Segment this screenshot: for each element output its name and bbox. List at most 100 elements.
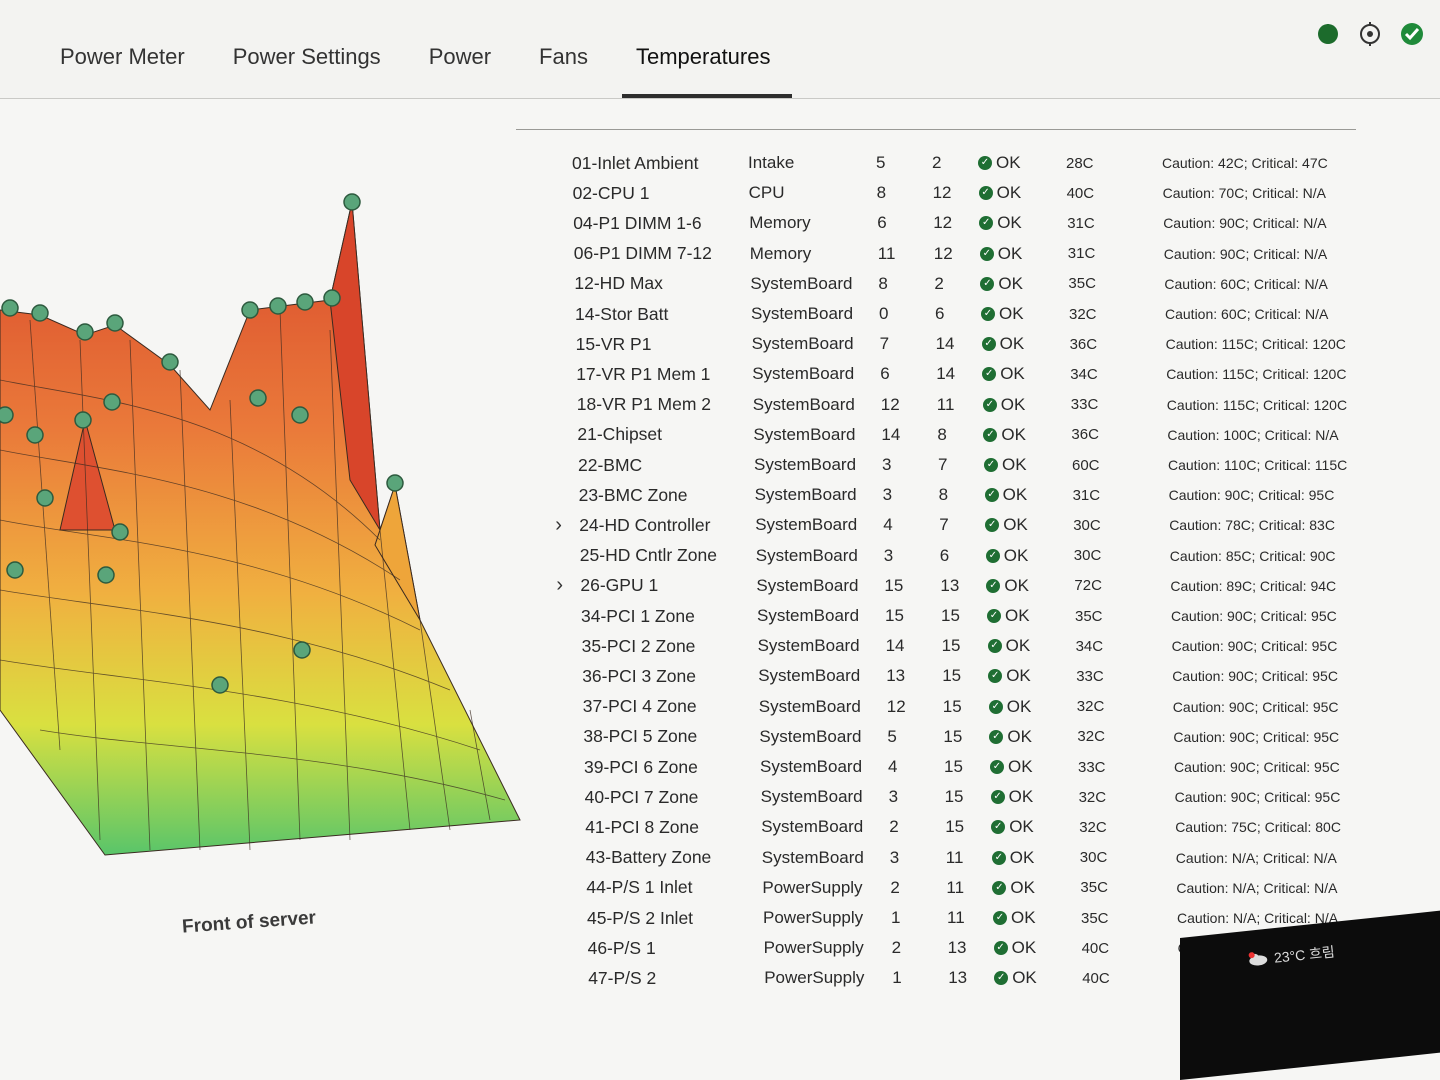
sensor-row[interactable]: 40-PCI 7 Zone SystemBoard 3 15 ✓ OK 32C Caution… <box>561 782 1375 812</box>
sensor-row[interactable]: 15-VR P1 SystemBoard 7 14 ✓ OK 36C Caution: 115… <box>552 329 1366 359</box>
sensor-row[interactable]: 44-P/S 1 Inlet PowerSupply 2 11 ✓ OK 35C Cautio… <box>562 873 1376 903</box>
status-label: OK <box>1005 636 1031 656</box>
sensor-name: 43-Battery Zone <box>585 847 712 868</box>
status-ok-icon: ✓ <box>985 548 1000 563</box>
sensor-name: 26-GPU 1 <box>580 575 659 596</box>
tab-power-settings[interactable]: Power Settings <box>213 30 409 98</box>
expand-chevron-icon[interactable]: › <box>556 574 580 597</box>
sensor-reading: 72C <box>1074 577 1102 595</box>
sensor-x: 14 <box>885 636 905 656</box>
sensor-name: 36-PCI 3 Zone <box>582 665 696 686</box>
sensor-status: ✓ OK <box>987 636 1076 656</box>
sensor-location: SystemBoard <box>758 696 861 716</box>
status-label: OK <box>997 243 1023 263</box>
sensor-reading: 32C <box>1076 698 1105 716</box>
sensor-row[interactable]: 01-Inlet Ambient Intake 5 2 ✓ OK 28C Caution: 4… <box>548 148 1362 178</box>
sensor-reading: 32C <box>1079 818 1107 836</box>
sensor-thresholds: Caution: 90C; Critical: 95C <box>1171 638 1338 655</box>
status-label: OK <box>998 273 1023 293</box>
sensor-row[interactable]: 02-CPU 1 CPU 8 12 ✓ OK 40C Caution: 70C; Critic… <box>549 178 1363 208</box>
sensor-status: ✓ OK <box>982 395 1071 415</box>
status-ok-icon: ✓ <box>991 820 1006 835</box>
sensor-thresholds: Caution: 60C; Critical: N/A <box>1164 275 1328 292</box>
sensor-location: SystemBoard <box>753 424 856 444</box>
sensor-y: 13 <box>948 968 968 988</box>
sensor-name: 02-CPU 1 <box>572 182 650 203</box>
sensor-row[interactable]: › 26-GPU 1 SystemBoard 15 13 ✓ OK 72C Caution: 8… <box>556 571 1370 601</box>
sensor-row[interactable]: 39-PCI 6 Zone SystemBoard 4 15 ✓ OK 33C Caution… <box>560 752 1374 782</box>
sensor-row[interactable]: 23-BMC Zone SystemBoard 3 8 ✓ OK 31C Caution: 9… <box>555 480 1369 510</box>
status-ok-icon: ✓ <box>978 156 992 170</box>
sensor-y: 14 <box>935 334 955 354</box>
sensor-x: 8 <box>878 273 888 293</box>
sensor-y: 8 <box>938 485 949 505</box>
sensor-status: ✓ OK <box>985 546 1074 566</box>
expand-chevron-icon[interactable]: › <box>555 514 579 537</box>
power-icon[interactable] <box>1316 22 1340 46</box>
sensor-y: 15 <box>944 787 964 807</box>
sensor-row[interactable]: 17-VR P1 Mem 1 SystemBoard 6 14 ✓ OK 34C Cautio… <box>552 359 1366 389</box>
sensor-y: 13 <box>940 575 960 595</box>
header-status-icons <box>1316 22 1424 46</box>
sensor-thresholds: Caution: 42C; Critical: 47C <box>1162 155 1328 171</box>
sensor-name: 46-P/S 1 <box>587 937 656 958</box>
sensor-thresholds: Caution: 90C; Critical: N/A <box>1163 245 1328 262</box>
sensor-row[interactable]: 35-PCI 2 Zone SystemBoard 14 15 ✓ OK 34C Cautio… <box>558 631 1372 661</box>
status-ok-icon: ✓ <box>984 458 998 472</box>
sensor-row[interactable]: › 24-HD Controller SystemBoard 4 7 ✓ OK 30C Caut… <box>555 510 1369 540</box>
sensor-row[interactable]: 22-BMC SystemBoard 3 7 ✓ OK 60C Caution: 110C; … <box>554 450 1368 480</box>
location-icon[interactable] <box>1358 22 1382 46</box>
sensor-status: ✓ OK <box>987 606 1075 626</box>
sensor-name: 22-BMC <box>578 454 643 475</box>
sensor-row[interactable]: 38-PCI 5 Zone SystemBoard 5 15 ✓ OK 32C Caution… <box>559 722 1373 752</box>
tab-temperatures[interactable]: Temperatures <box>616 30 799 98</box>
sensor-x: 8 <box>876 183 887 203</box>
status-ok-icon: ✓ <box>989 729 1004 744</box>
status-ok-icon: ✓ <box>993 941 1008 956</box>
sensor-status: ✓ OK <box>990 757 1078 777</box>
sensor-y: 12 <box>933 213 953 233</box>
tab-fans[interactable]: Fans <box>519 30 616 98</box>
sensor-name: 21-Chipset <box>577 424 663 445</box>
sensor-thresholds: Caution: 90C; Critical: 95C <box>1168 487 1335 504</box>
sensor-x: 2 <box>891 938 902 958</box>
sensor-row[interactable]: 18-VR P1 Mem 2 SystemBoard 12 11 ✓ OK 33C Cauti… <box>553 390 1367 420</box>
sensor-status: ✓ OK <box>979 213 1067 233</box>
tab-power[interactable]: Power <box>409 30 519 98</box>
status-label: OK <box>1006 696 1032 716</box>
health-ok-icon[interactable] <box>1400 22 1424 46</box>
sensor-row[interactable]: 12-HD Max SystemBoard 8 2 ✓ OK 35C Caution: 60C… <box>550 269 1364 299</box>
sensor-reading: 40C <box>1081 939 1110 957</box>
sensor-row[interactable]: 36-PCI 3 Zone SystemBoard 13 15 ✓ OK 33C Cautio… <box>558 661 1372 691</box>
status-ok-icon: ✓ <box>981 307 995 321</box>
status-ok-icon: ✓ <box>981 337 996 352</box>
temperature-3d-graph[interactable] <box>0 150 530 890</box>
sensor-row[interactable]: 21-Chipset SystemBoard 14 8 ✓ OK 36C Caution: 1… <box>553 420 1367 450</box>
sensor-x: 3 <box>882 485 893 505</box>
status-ok-icon: ✓ <box>993 911 1007 925</box>
sensor-reading: 32C <box>1069 305 1097 323</box>
sensor-row[interactable]: 14-Stor Batt SystemBoard 0 6 ✓ OK 32C Caution: … <box>551 299 1365 329</box>
sensor-row[interactable]: 04-P1 DIMM 1-6 Memory 6 12 ✓ OK 31C Caution: 90… <box>549 208 1363 238</box>
sensor-y: 11 <box>946 877 965 897</box>
sensor-row[interactable]: 25-HD Cntlr Zone SystemBoard 3 6 ✓ OK 30C Cauti… <box>556 541 1370 571</box>
tab-power-meter[interactable]: Power Meter <box>40 30 213 98</box>
sensor-thresholds: Caution: 90C; Critical: 95C <box>1172 698 1339 715</box>
sensor-row[interactable]: 43-Battery Zone SystemBoard 3 11 ✓ OK 30C Cauti… <box>562 843 1376 873</box>
sensor-name: 01-Inlet Ambient <box>572 152 699 173</box>
sensor-y: 11 <box>947 908 965 927</box>
sensor-location: PowerSupply <box>763 908 864 927</box>
sensor-location: SystemBoard <box>752 394 855 414</box>
sensor-y: 13 <box>947 938 967 958</box>
sensor-row[interactable]: 34-PCI 1 Zone SystemBoard 15 15 ✓ OK 35C Cautio… <box>557 601 1371 631</box>
sensor-name: 38-PCI 5 Zone <box>583 726 698 747</box>
sensor-row[interactable]: 06-P1 DIMM 7-12 Memory 11 12 ✓ OK 31C Caution: … <box>550 239 1364 269</box>
sensor-status: ✓ OK <box>989 727 1077 747</box>
sensor-location: PowerSupply <box>763 938 864 958</box>
sensor-row[interactable]: 41-PCI 8 Zone SystemBoard 2 15 ✓ OK 32C Caution… <box>561 812 1375 842</box>
sensor-row[interactable]: 45-P/S 2 Inlet PowerSupply 1 11 ✓ OK 35C Cautio… <box>563 903 1377 933</box>
sensor-y: 15 <box>943 726 963 746</box>
sensor-name: 39-PCI 6 Zone <box>584 756 698 777</box>
sensor-name: 35-PCI 2 Zone <box>581 635 696 656</box>
sensor-row[interactable]: 37-PCI 4 Zone SystemBoard 12 15 ✓ OK 32C Cautio… <box>559 692 1373 722</box>
